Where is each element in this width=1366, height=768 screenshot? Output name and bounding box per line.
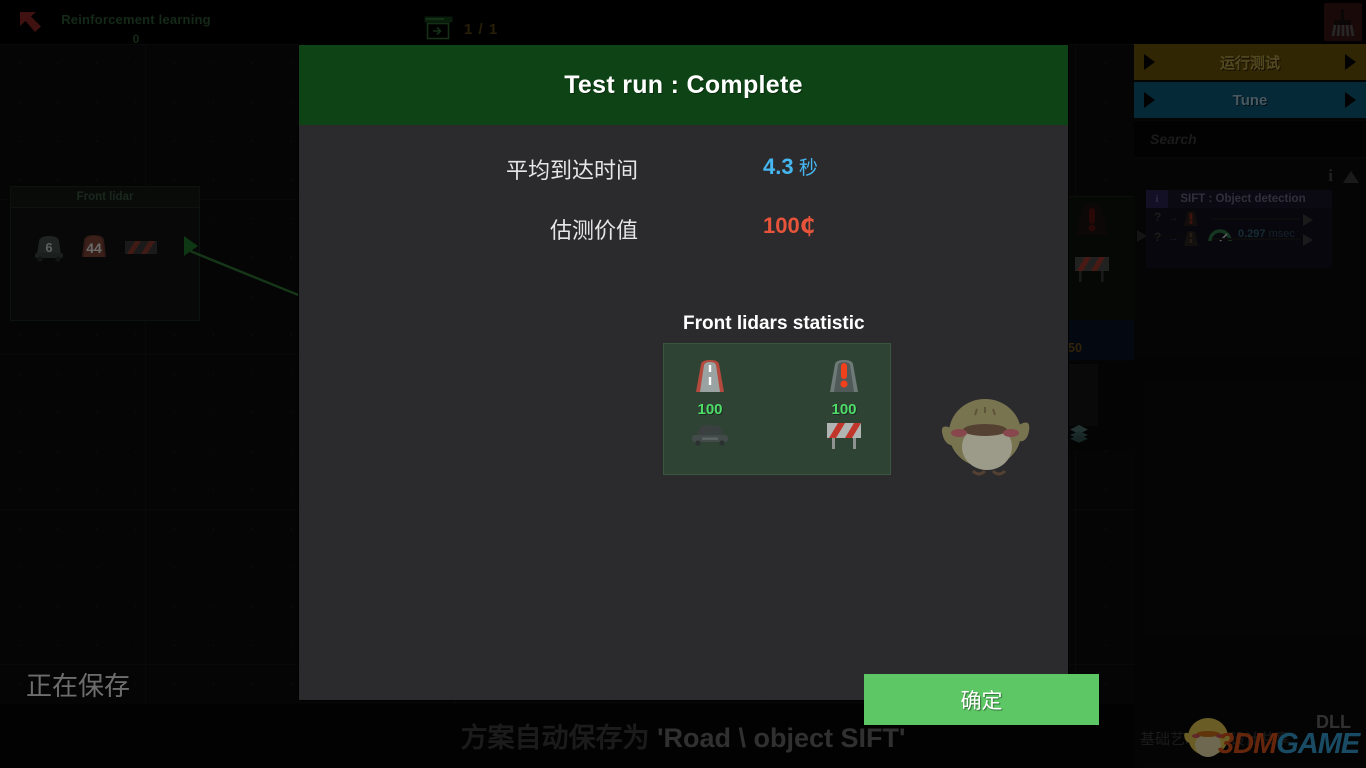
barrier-icon	[804, 421, 884, 456]
road-alert-icon	[804, 358, 884, 399]
lidar-section-title: Front lidars statistic	[683, 313, 865, 334]
dialog-title: Test run : Complete	[564, 70, 803, 99]
lidar-column-clear: 100	[670, 358, 750, 452]
test-run-dialog: Test run : Complete 平均到达时间 4.3 秒 估测价值 10…	[299, 45, 1099, 725]
lidar-statistics-box: 100 100	[663, 343, 891, 475]
lidar-count: 100	[697, 401, 723, 418]
stat-row-arrival-time: 平均到达时间 4.3 秒	[299, 153, 1068, 213]
confirm-button[interactable]: 确定	[864, 674, 1099, 725]
stat-label: 估测价值	[549, 219, 638, 244]
stat-row-estimated-value: 估测价值 100₵	[299, 213, 1068, 273]
dialog-header: Test run : Complete	[299, 45, 1068, 125]
lidar-count: 100	[831, 401, 857, 418]
stat-value: 4.3 秒	[763, 154, 818, 179]
app-root: Reinforcement learning 0 1 / 1 Front lid…	[0, 0, 1366, 768]
bird-mascot-icon	[931, 385, 1035, 479]
stat-label: 平均到达时间	[505, 159, 638, 184]
lidar-column-alert: 100	[804, 358, 884, 456]
road-clear-icon	[670, 358, 750, 399]
stat-value: 100₵	[763, 213, 816, 239]
car-icon	[670, 421, 750, 452]
